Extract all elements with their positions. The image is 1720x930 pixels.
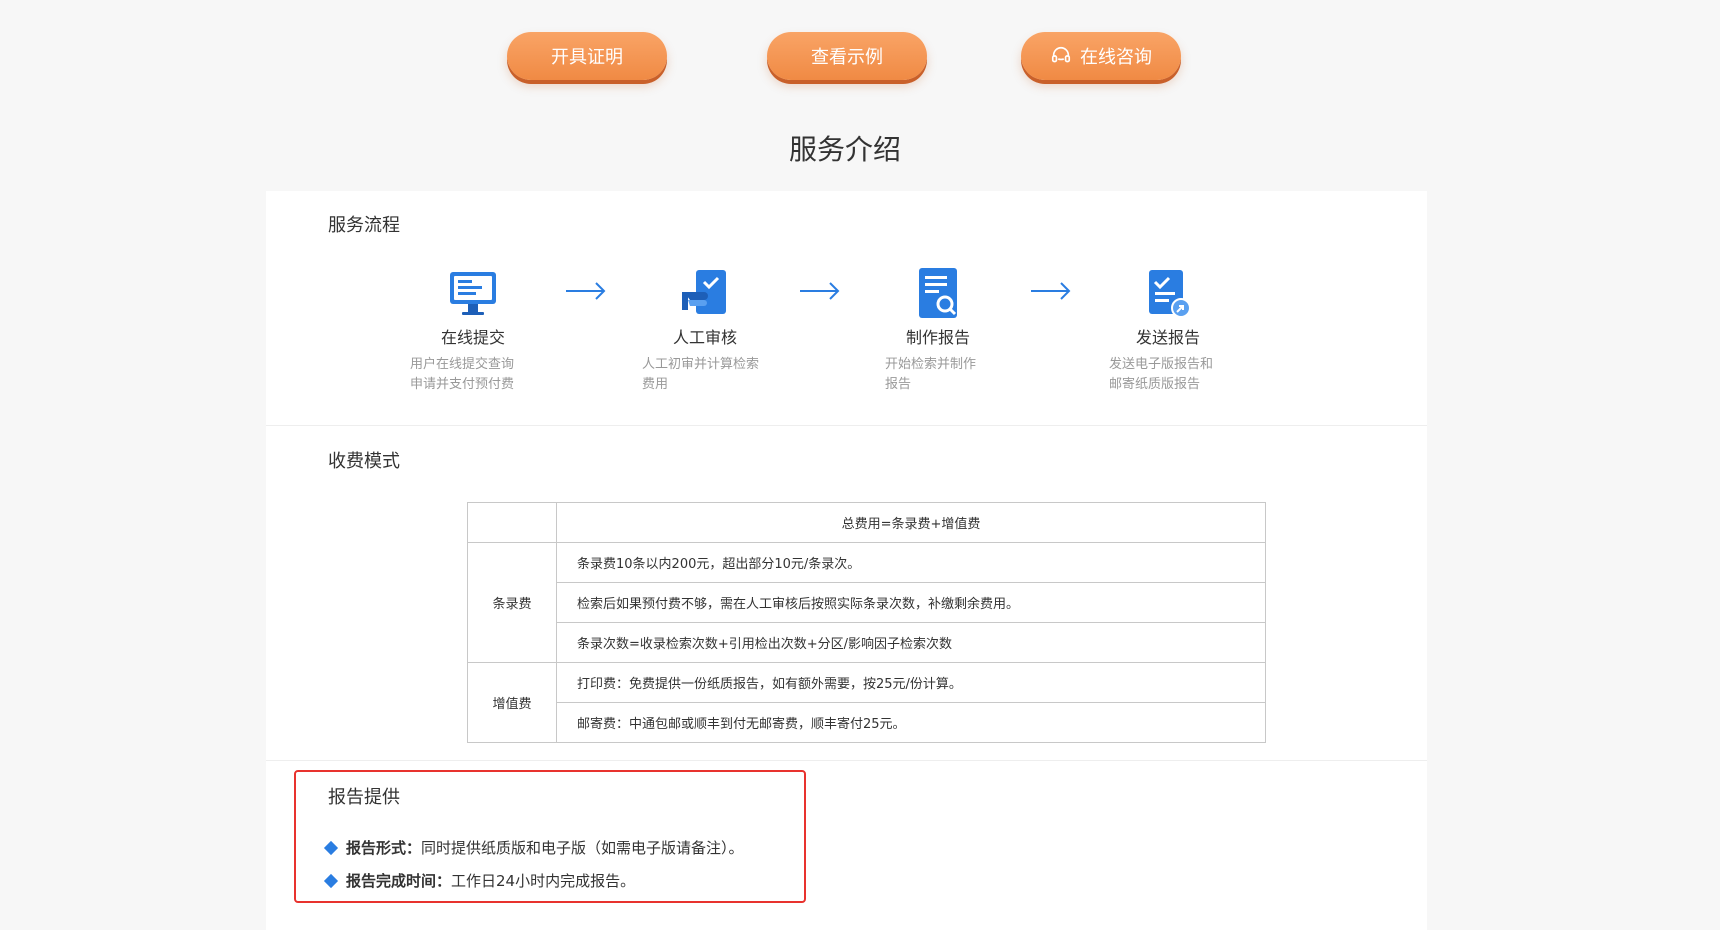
table-cell-empty bbox=[467, 502, 557, 543]
step-desc-line: 申请并支付预付费 bbox=[410, 377, 515, 392]
document-send-icon bbox=[1149, 270, 1191, 318]
headset-icon bbox=[1051, 46, 1071, 63]
report-time-label: 报告完成时间： bbox=[346, 872, 452, 890]
report-format-value: 同时提供纸质版和电子版（如需电子版请备注）。 bbox=[421, 839, 744, 857]
example-button-label: 查看示例 bbox=[811, 47, 883, 68]
step-name: 发送报告 bbox=[1135, 328, 1200, 347]
consult-button-label: 在线咨询 bbox=[1080, 47, 1152, 68]
fee-table: 总费用=条录费+增值费 条录费 条录费10条以内200元，超出部分10元/条录次… bbox=[467, 502, 1266, 743]
table-row: 邮寄费：中通包邮或顺丰到付无邮寄费，顺丰寄付25元。 bbox=[468, 702, 1266, 743]
table-row: 增值费 打印费：免费提供一份纸质报告，如有额外需要，按25元/份计算。 bbox=[467, 662, 1266, 743]
step-desc-line: 人工初审并计算检索 bbox=[642, 357, 760, 372]
report-time-value: 工作日24小时内完成报告。 bbox=[451, 872, 636, 890]
step-make-report: 制作报告 开始检索并制作 报告 bbox=[863, 266, 1013, 395]
step-desc-line: 费用 bbox=[642, 377, 669, 392]
step-desc-line: 邮寄纸质版报告 bbox=[1109, 377, 1201, 392]
arrow-right-icon bbox=[566, 282, 606, 300]
section-title: 服务介绍 bbox=[788, 133, 901, 166]
certificate-button[interactable]: 开具证明 bbox=[507, 32, 667, 80]
section-divider bbox=[266, 760, 1427, 761]
action-buttons: 开具证明 查看示例 在线咨询 bbox=[0, 32, 1720, 82]
hand-check-icon bbox=[682, 270, 726, 314]
arrow-right-icon bbox=[1031, 282, 1071, 300]
step-name: 在线提交 bbox=[440, 328, 505, 347]
value-added-fee-label: 增值费 bbox=[467, 662, 557, 743]
table-cell: 打印费：免费提供一份纸质报告，如有额外需要，按25元/份计算。 bbox=[556, 662, 1266, 703]
step-desc: 人工初审并计算检索 费用 bbox=[630, 355, 780, 395]
report-format-label: 报告形式： bbox=[346, 839, 422, 857]
table-cell: 检索后如果预付费不够，需在人工审核后按照实际条录次数，补缴剩余费用。 bbox=[556, 582, 1266, 623]
example-button[interactable]: 查看示例 bbox=[767, 32, 927, 80]
step-send-report: 发送报告 发送电子版报告和 邮寄纸质版报告 bbox=[1093, 266, 1243, 395]
monitor-icon bbox=[450, 272, 496, 315]
flow-heading: 服务流程 bbox=[328, 215, 400, 236]
diamond-bullet-icon bbox=[323, 873, 339, 888]
table-row: 条录次数=收录检索次数+引用检出次数+分区/影响因子检索次数 bbox=[468, 622, 1266, 663]
section-divider bbox=[266, 425, 1427, 426]
step-name: 制作报告 bbox=[905, 328, 970, 347]
step-desc-line: 开始检索并制作 bbox=[885, 357, 977, 372]
certificate-button-label: 开具证明 bbox=[551, 47, 623, 68]
step-review: 人工审核 人工初审并计算检索 费用 bbox=[630, 266, 780, 395]
report-time-line: 报告完成时间： 工作日24小时内完成报告。 bbox=[323, 870, 636, 891]
document-search-icon bbox=[919, 268, 957, 318]
step-submit: 在线提交 用户在线提交查询 申请并支付预付费 bbox=[398, 266, 548, 395]
table-cell: 条录次数=收录检索次数+引用检出次数+分区/影响因子检索次数 bbox=[556, 622, 1266, 663]
step-desc-line: 报告 bbox=[885, 377, 912, 392]
report-format-line: 报告形式： 同时提供纸质版和电子版（如需电子版请备注）。 bbox=[323, 837, 744, 858]
consult-button[interactable]: 在线咨询 bbox=[1021, 32, 1181, 80]
step-desc-line: 发送电子版报告和 bbox=[1109, 357, 1214, 372]
table-row: 条录费 条录费10条以内200元，超出部分10元/条录次。 bbox=[467, 542, 1266, 663]
table-header-cell: 总费用=条录费+增值费 bbox=[556, 502, 1266, 543]
record-fee-label: 条录费 bbox=[467, 542, 557, 663]
table-row: 总费用=条录费+增值费 bbox=[467, 502, 1266, 543]
step-desc: 用户在线提交查询 申请并支付预付费 bbox=[398, 355, 548, 395]
step-desc: 开始检索并制作 报告 bbox=[863, 355, 1013, 395]
step-desc-line: 用户在线提交查询 bbox=[410, 357, 515, 372]
table-cell: 条录费10条以内200元，超出部分10元/条录次。 bbox=[556, 542, 1266, 583]
arrow-right-icon bbox=[800, 282, 840, 300]
step-desc: 发送电子版报告和 邮寄纸质版报告 bbox=[1093, 355, 1243, 395]
fees-heading: 收费模式 bbox=[328, 451, 400, 472]
table-row: 检索后如果预付费不够，需在人工审核后按照实际条录次数，补缴剩余费用。 bbox=[468, 582, 1266, 623]
diamond-bullet-icon bbox=[323, 840, 339, 855]
table-cell: 邮寄费：中通包邮或顺丰到付无邮寄费，顺丰寄付25元。 bbox=[556, 702, 1266, 743]
step-name: 人工审核 bbox=[672, 328, 737, 347]
